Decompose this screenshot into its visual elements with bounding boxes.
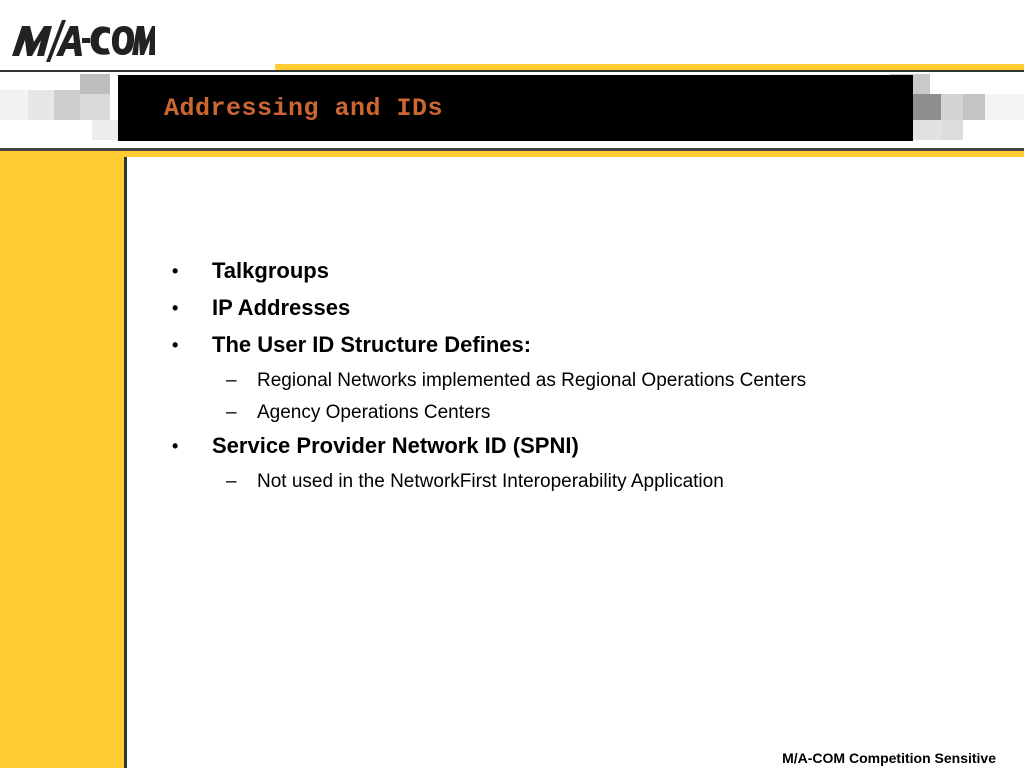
decorative-square xyxy=(92,120,118,140)
dash-icon: – xyxy=(226,471,237,492)
bullet-item: • The User ID Structure Defines: xyxy=(170,329,990,366)
decorative-square xyxy=(80,94,110,120)
bullet-icon: • xyxy=(172,436,179,456)
macom-logo-graphic xyxy=(12,20,155,62)
sub-bullet-text: Agency Operations Centers xyxy=(257,402,491,423)
bullet-item: • Talkgroups xyxy=(170,255,990,292)
decorative-square xyxy=(28,90,54,120)
bullet-icon: • xyxy=(172,335,179,355)
bullet-icon: • xyxy=(172,298,179,318)
left-sidebar-band xyxy=(0,157,127,768)
banner-accent-bar xyxy=(0,151,1024,157)
bullet-text: IP Addresses xyxy=(212,295,351,320)
decorative-square xyxy=(0,90,28,120)
bullet-text: Service Provider Network ID (SPNI) xyxy=(212,433,579,458)
sub-bullet-text: Not used in the NetworkFirst Interoperab… xyxy=(257,471,724,492)
decorative-square xyxy=(941,120,963,140)
sub-bullet-text: Regional Networks implemented as Regiona… xyxy=(257,370,807,391)
bullet-icon: • xyxy=(172,261,179,281)
footer-confidentiality-note: M/A-COM Competition Sensitive xyxy=(782,750,996,766)
decorative-square xyxy=(985,94,1024,120)
decorative-square xyxy=(80,74,110,94)
decorative-square xyxy=(941,94,963,120)
bullet-list: • Talkgroups • IP Addresses • The User ID S… xyxy=(170,255,990,499)
sub-bullet-item: – Regional Networks implemented as Region… xyxy=(170,366,990,398)
page-title: Addressing and IDs xyxy=(164,94,444,123)
bullet-text: The User ID Structure Defines: xyxy=(212,332,532,357)
macom-logo xyxy=(10,16,155,64)
slide-content: • Talkgroups • IP Addresses • The User ID S… xyxy=(170,255,990,499)
dash-icon: – xyxy=(226,370,237,391)
decorative-square xyxy=(963,94,985,120)
bullet-text: Talkgroups xyxy=(212,258,329,283)
decorative-square xyxy=(54,90,80,120)
dash-icon: – xyxy=(226,402,237,423)
decorative-square xyxy=(913,120,941,140)
sub-bullet-item: – Agency Operations Centers xyxy=(170,398,990,430)
bullet-item: • IP Addresses xyxy=(170,292,990,329)
decorative-square xyxy=(913,94,941,120)
bullet-item: • Service Provider Network ID (SPNI) xyxy=(170,430,990,467)
sub-bullet-item: – Not used in the NetworkFirst Interopera… xyxy=(170,467,990,499)
